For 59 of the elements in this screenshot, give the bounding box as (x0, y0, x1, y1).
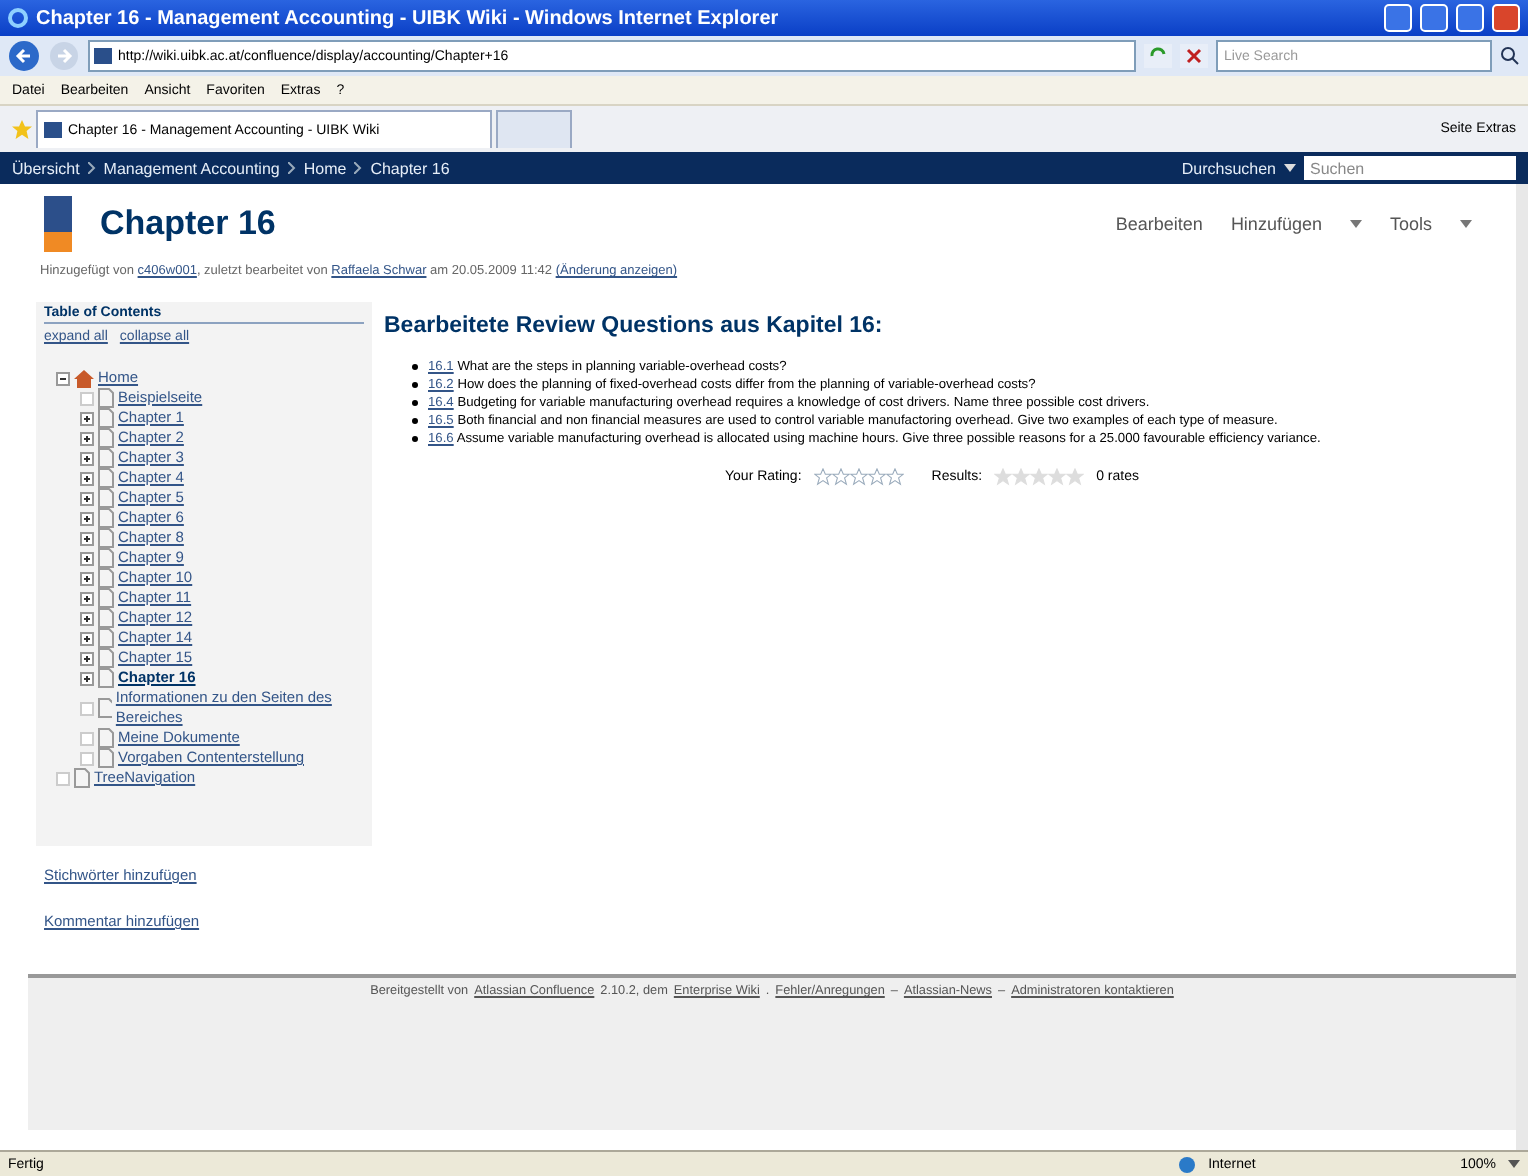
page-action[interactable]: Bearbeiten (1115, 214, 1203, 234)
close-icon[interactable] (1180, 44, 1208, 68)
window-button-icon[interactable] (1456, 4, 1484, 32)
expand-icon[interactable] (80, 511, 94, 525)
expand-icon[interactable] (80, 551, 94, 565)
bullet-icon (412, 418, 418, 424)
browse-menu[interactable]: Durchsuchen (1181, 159, 1276, 177)
bullet-icon (412, 382, 418, 388)
breadcrumb-link[interactable]: Übersicht (12, 159, 80, 177)
expand-icon[interactable] (80, 571, 94, 585)
expand-icon[interactable] (80, 471, 94, 485)
chevron-icon (287, 162, 296, 174)
expand-icon[interactable] (80, 531, 94, 545)
bullet-icon (412, 400, 418, 406)
expand-icon[interactable] (80, 451, 94, 465)
site-favicon-icon (94, 48, 112, 64)
caret-icon[interactable] (1460, 220, 1472, 228)
browser-logo-icon (8, 8, 28, 28)
expand-icon[interactable] (80, 671, 94, 685)
expand-icon[interactable] (80, 431, 94, 445)
window-button-icon[interactable] (1492, 4, 1520, 32)
window-button-icon[interactable] (1420, 4, 1448, 32)
expand-icon[interactable] (80, 491, 94, 505)
caret-icon[interactable] (1508, 1160, 1520, 1168)
expand-icon[interactable] (80, 411, 94, 425)
chevron-icon (354, 162, 363, 174)
window-button-icon[interactable] (1384, 4, 1412, 32)
page-title: Chapter 16 (100, 204, 278, 244)
expand-icon[interactable] (80, 631, 94, 645)
refresh-icon[interactable] (1144, 44, 1172, 68)
leaf-box-icon (80, 701, 94, 715)
search-icon[interactable] (1500, 46, 1520, 66)
leaf-box-icon (80, 731, 94, 745)
breadcrumb-link[interactable]: Home (303, 159, 347, 177)
space-logo-icon (44, 196, 72, 252)
leaf-box-icon (80, 751, 94, 765)
page-action[interactable]: Tools (1389, 214, 1432, 234)
leaf-box-icon (56, 771, 70, 785)
favorites-star-icon[interactable] (12, 119, 32, 139)
back-icon[interactable] (8, 40, 40, 72)
section-heading: Bearbeitete Review Questions aus Kapitel 16: (384, 314, 885, 338)
expand-icon[interactable] (80, 651, 94, 665)
breadcrumb-link[interactable]: Management Accounting (103, 159, 280, 177)
expand-icon[interactable] (80, 611, 94, 625)
caret-icon[interactable] (1349, 220, 1362, 228)
bullet-icon (412, 364, 418, 370)
globe-icon (1178, 1155, 1197, 1173)
leaf-box-icon (80, 391, 94, 405)
site-favicon-icon (44, 122, 62, 138)
page-action[interactable]: Hinzufügen (1230, 214, 1322, 234)
window-title: Chapter 16 - Management Accounting - UIBK Wiki - Windows Internet Explorer (36, 7, 781, 29)
collapse-icon[interactable] (56, 371, 70, 385)
expand-icon[interactable] (80, 591, 94, 605)
bullet-icon (412, 436, 418, 442)
site-search-field[interactable]: Suchen (1304, 156, 1516, 180)
chevron-icon (87, 162, 96, 174)
caret-icon[interactable] (1284, 164, 1296, 172)
house-icon (74, 369, 94, 387)
breadcrumb-link[interactable]: Chapter 16 (370, 159, 450, 177)
